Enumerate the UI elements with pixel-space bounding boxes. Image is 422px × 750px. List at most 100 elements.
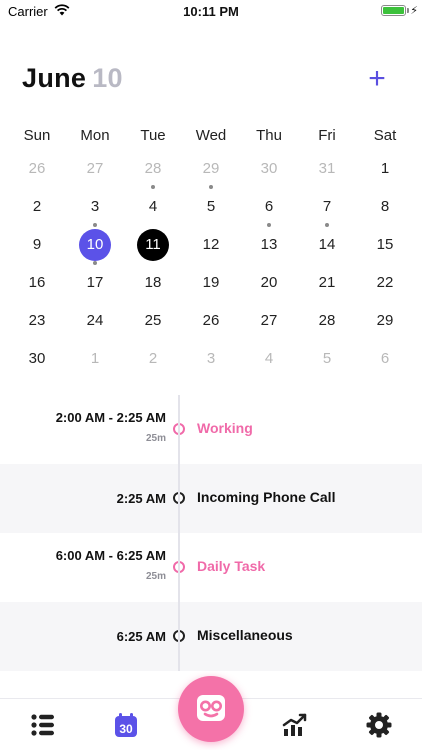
calendar-day[interactable]: 28 xyxy=(298,302,356,340)
calendar-day-selected[interactable]: 10 xyxy=(66,226,124,265)
calendar-day[interactable]: 3 xyxy=(66,188,124,227)
calendar-day[interactable]: 4 xyxy=(124,188,182,226)
calendar-icon-badge: 30 xyxy=(119,722,133,736)
calendar-day-number: 4 xyxy=(264,350,274,367)
timeline: 2:00 AM - 2:25 AM 25m Working 2:25 AM Incomi… xyxy=(0,395,422,671)
calendar-day[interactable]: 16 xyxy=(8,264,66,302)
calendar-day[interactable]: 9 xyxy=(8,226,66,264)
calendar-day-number: 27 xyxy=(260,312,278,329)
calendar-day[interactable]: 6 xyxy=(356,340,414,378)
calendar-day[interactable]: 20 xyxy=(240,264,298,302)
month-name: June xyxy=(22,63,87,93)
calendar-day-number: 25 xyxy=(144,312,162,329)
weekday-label: Fri xyxy=(318,127,336,144)
calendar-day-number: 12 xyxy=(202,236,220,253)
calendar-day[interactable]: 23 xyxy=(8,302,66,340)
entry-title: Daily Task xyxy=(197,558,266,574)
calendar-day[interactable]: 4 xyxy=(240,340,298,378)
calendar-day-number: 26 xyxy=(202,312,220,329)
calendar-day-number: 1 xyxy=(380,160,390,177)
focus-timer-button[interactable] xyxy=(178,676,244,742)
robot-face-icon xyxy=(197,695,225,721)
calendar-day[interactable]: 28 xyxy=(124,150,182,189)
weekday-label: Wed xyxy=(195,127,227,144)
calendar-week-row: 23 24 25 26 27 28 29 xyxy=(8,302,414,340)
add-event-button[interactable]: + xyxy=(362,64,392,94)
calendar-day-number: 18 xyxy=(144,274,162,291)
calendar-day-number: 17 xyxy=(86,274,104,291)
calendar-day[interactable]: 26 xyxy=(182,302,240,340)
calendar-day[interactable]: 17 xyxy=(66,264,124,302)
calendar-day-number: 6 xyxy=(264,198,274,215)
calendar-day-number: 16 xyxy=(28,274,46,291)
timeline-axis xyxy=(178,395,180,671)
calendar-day-number: 8 xyxy=(380,198,390,215)
calendar-day[interactable]: 22 xyxy=(356,264,414,302)
calendar-day[interactable]: 19 xyxy=(182,264,240,302)
calendar-day[interactable]: 29 xyxy=(182,150,240,189)
calendar-day-number: 29 xyxy=(376,312,394,329)
calendar-day[interactable]: 15 xyxy=(356,226,414,264)
entry-time: 2:25 AM xyxy=(116,491,166,506)
calendar-day[interactable]: 24 xyxy=(66,302,124,340)
calendar-day[interactable]: 30 xyxy=(240,150,298,188)
calendar-day[interactable]: 6 xyxy=(240,188,298,227)
calendar-day[interactable]: 13 xyxy=(240,226,298,264)
calendar-week-row: 30 1 2 3 4 5 6 xyxy=(8,340,414,378)
calendar-day-number: 20 xyxy=(260,274,278,291)
entry-title: Incoming Phone Call xyxy=(197,489,336,505)
calendar-day-number: 2 xyxy=(148,350,158,367)
calendar-day-today[interactable]: 11 xyxy=(124,226,182,264)
calendar-day-number: 24 xyxy=(86,312,104,329)
calendar-day-number: 15 xyxy=(376,236,394,253)
calendar-day[interactable]: 5 xyxy=(298,340,356,378)
entry-time: 2:00 AM - 2:25 AM xyxy=(55,410,166,425)
calendar-icon[interactable]: 30 xyxy=(112,711,140,739)
weekday-label: Sat xyxy=(373,127,397,144)
timeline-entry[interactable]: 6:25 AM Miscellaneous xyxy=(0,602,422,671)
calendar-day[interactable]: 14 xyxy=(298,226,356,264)
calendar-day[interactable]: 29 xyxy=(356,302,414,340)
calendar-day-number: 2 xyxy=(32,198,42,215)
calendar-day[interactable]: 5 xyxy=(182,188,240,226)
timeline-entry[interactable]: 6:00 AM - 6:25 AM 25m Daily Task xyxy=(0,533,422,602)
calendar-day-number: 7 xyxy=(322,198,332,215)
calendar-day[interactable]: 30 xyxy=(8,340,66,378)
list-icon[interactable] xyxy=(29,711,57,739)
calendar-day-number: 19 xyxy=(202,274,220,291)
calendar-day[interactable]: 27 xyxy=(66,150,124,188)
calendar-day-number: 29 xyxy=(202,160,220,177)
timeline-entry[interactable]: 2:25 AM Incoming Phone Call xyxy=(0,464,422,533)
calendar-day[interactable]: 31 xyxy=(298,150,356,188)
calendar-day[interactable]: 8 xyxy=(356,188,414,226)
calendar-day[interactable]: 12 xyxy=(182,226,240,264)
status-time: 10:11 PM xyxy=(183,4,239,19)
entry-duration: 25m xyxy=(145,571,166,582)
calendar-week-row: 9 10 11 12 13 14 15 xyxy=(8,226,414,265)
calendar-day[interactable]: 1 xyxy=(66,340,124,378)
calendar-day[interactable]: 26 xyxy=(8,150,66,188)
calendar-day-number: 11 xyxy=(137,229,169,261)
calendar-day[interactable]: 21 xyxy=(298,264,356,302)
entry-duration: 25m xyxy=(145,433,166,444)
calendar-day-number: 13 xyxy=(260,236,278,253)
calendar-day-number: 3 xyxy=(206,350,216,367)
calendar-day[interactable]: 2 xyxy=(8,188,66,226)
calendar-day-number: 30 xyxy=(260,160,278,177)
calendar-day[interactable]: 25 xyxy=(124,302,182,340)
calendar-day[interactable]: 7 xyxy=(298,188,356,227)
calendar-day-number: 5 xyxy=(206,198,216,215)
calendar-day[interactable]: 1 xyxy=(356,150,414,188)
calendar-day-number: 27 xyxy=(86,160,104,177)
timeline-entry[interactable]: 2:00 AM - 2:25 AM 25m Working xyxy=(0,395,422,464)
entry-title: Miscellaneous xyxy=(197,627,293,643)
battery-tip xyxy=(407,8,409,13)
chart-icon[interactable] xyxy=(281,711,309,739)
calendar-day[interactable]: 27 xyxy=(240,302,298,340)
calendar-day[interactable]: 3 xyxy=(182,340,240,378)
calendar-day[interactable]: 2 xyxy=(124,340,182,378)
weekday-label: Sun xyxy=(23,127,51,144)
gear-icon[interactable] xyxy=(365,711,393,739)
battery-icon xyxy=(381,5,406,16)
calendar-day[interactable]: 18 xyxy=(124,264,182,302)
